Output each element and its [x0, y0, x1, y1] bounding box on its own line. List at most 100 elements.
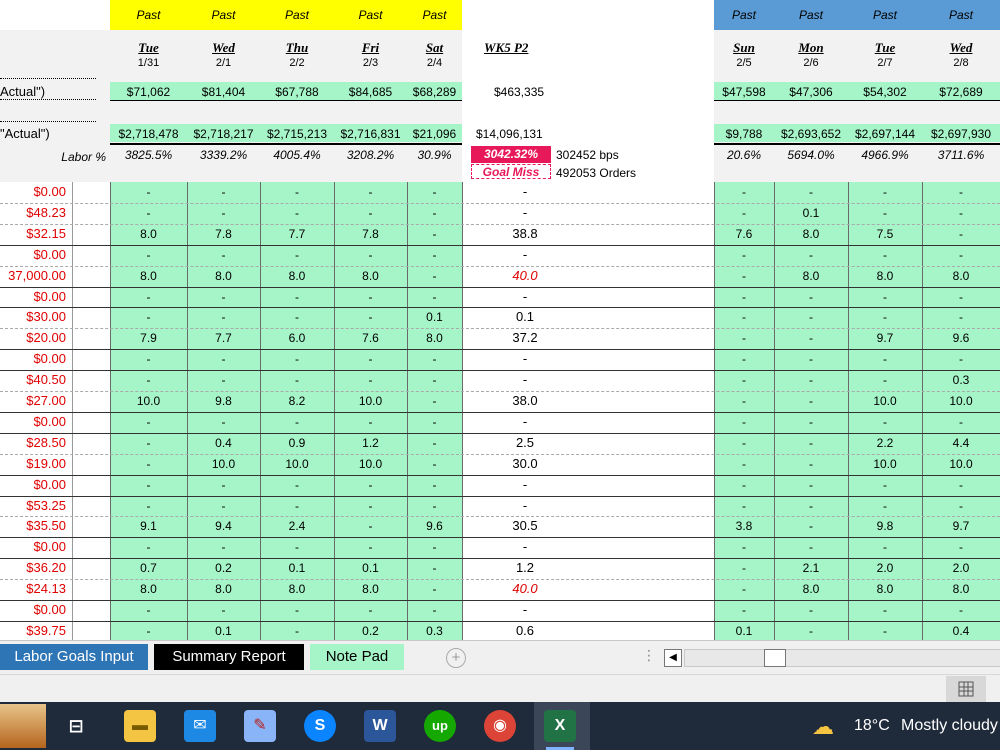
scroll-left-icon[interactable]: ◀ — [664, 649, 682, 667]
hours-cell[interactable]: - — [407, 391, 462, 411]
hours-cell[interactable]: - — [334, 537, 407, 557]
week-total-hours[interactable]: 30.5 — [462, 516, 588, 536]
hours-cell[interactable]: - — [110, 203, 187, 223]
skype-icon[interactable]: S — [304, 710, 336, 742]
hours-cell[interactable]: 2.2 — [848, 433, 922, 453]
hours-cell[interactable]: - — [922, 600, 1000, 620]
hours-cell[interactable]: - — [922, 412, 1000, 432]
hours-cell[interactable]: 3.8 — [714, 516, 774, 536]
tab-summary-report[interactable]: Summary Report — [154, 644, 304, 670]
mail-icon[interactable]: ✉ — [184, 710, 216, 742]
hours-cell[interactable]: 8.0 — [407, 328, 462, 348]
hours-cell[interactable]: - — [334, 516, 407, 536]
hours-cell[interactable]: - — [848, 245, 922, 265]
hours-cell[interactable]: - — [848, 412, 922, 432]
hours-cell[interactable]: - — [848, 600, 922, 620]
hours-cell[interactable]: - — [187, 537, 260, 557]
hours-cell[interactable]: - — [407, 287, 462, 307]
hours-cell[interactable]: - — [714, 266, 774, 286]
hours-cell[interactable]: - — [260, 370, 334, 390]
hours-cell[interactable]: - — [187, 412, 260, 432]
hours-cell[interactable]: - — [260, 412, 334, 432]
week-total-hours[interactable]: - — [462, 287, 588, 307]
word-icon[interactable]: W — [364, 710, 396, 742]
hours-cell[interactable]: - — [407, 433, 462, 453]
week-total-hours[interactable]: 38.8 — [462, 224, 588, 244]
hours-cell[interactable]: - — [774, 621, 848, 640]
hours-cell[interactable]: - — [260, 600, 334, 620]
hours-cell[interactable]: - — [407, 370, 462, 390]
hours-cell[interactable]: 8.0 — [848, 266, 922, 286]
excel-icon[interactable]: X — [544, 710, 576, 742]
tab-note-pad[interactable]: Note Pad — [310, 644, 404, 670]
hours-cell[interactable]: 0.1 — [187, 621, 260, 640]
hours-cell[interactable]: 10.0 — [187, 454, 260, 474]
hours-cell[interactable]: 9.6 — [922, 328, 1000, 348]
hours-cell[interactable]: - — [774, 496, 848, 516]
hours-cell[interactable]: - — [260, 245, 334, 265]
hours-cell[interactable]: 0.3 — [407, 621, 462, 640]
file-explorer-icon[interactable]: ▬ — [124, 710, 156, 742]
hours-cell[interactable]: 7.7 — [260, 224, 334, 244]
hours-cell[interactable]: 10.0 — [334, 454, 407, 474]
hours-cell[interactable]: - — [407, 454, 462, 474]
hours-cell[interactable]: 8.0 — [110, 224, 187, 244]
hours-cell[interactable]: 7.5 — [848, 224, 922, 244]
hours-cell[interactable]: 4.4 — [922, 433, 1000, 453]
hours-cell[interactable]: 8.0 — [187, 579, 260, 599]
hours-cell[interactable]: - — [260, 307, 334, 327]
hours-cell[interactable]: - — [187, 370, 260, 390]
hours-cell[interactable]: - — [922, 475, 1000, 495]
hours-cell[interactable]: - — [260, 203, 334, 223]
hours-cell[interactable]: - — [774, 349, 848, 369]
week-total-hours[interactable]: - — [462, 370, 588, 390]
hours-cell[interactable]: - — [334, 307, 407, 327]
week-total-hours[interactable]: 2.5 — [462, 433, 588, 453]
hours-cell[interactable]: - — [187, 600, 260, 620]
hours-cell[interactable]: 8.0 — [187, 266, 260, 286]
hours-cell[interactable]: - — [334, 496, 407, 516]
hours-cell[interactable]: 10.0 — [260, 454, 334, 474]
hours-cell[interactable]: - — [774, 287, 848, 307]
hours-cell[interactable]: - — [848, 182, 922, 202]
week-total-hours[interactable]: 40.0 — [462, 266, 588, 286]
hours-cell[interactable]: 7.6 — [714, 224, 774, 244]
hours-cell[interactable]: - — [714, 433, 774, 453]
hours-cell[interactable]: - — [110, 287, 187, 307]
hours-cell[interactable]: - — [187, 496, 260, 516]
hours-cell[interactable]: 10.0 — [922, 454, 1000, 474]
hours-cell[interactable]: - — [774, 307, 848, 327]
week-total-hours[interactable]: 0.6 — [462, 621, 588, 640]
week-total-hours[interactable]: 1.2 — [462, 558, 588, 578]
hours-cell[interactable]: - — [922, 307, 1000, 327]
hours-cell[interactable]: 8.0 — [110, 266, 187, 286]
task-view-icon[interactable]: ⊟ — [60, 710, 92, 742]
upwork-icon[interactable]: up — [424, 710, 456, 742]
hours-cell[interactable]: - — [334, 349, 407, 369]
hours-cell[interactable]: 0.9 — [260, 433, 334, 453]
desktop-thumbnail-icon[interactable] — [0, 704, 46, 748]
hours-cell[interactable]: 9.8 — [848, 516, 922, 536]
hours-cell[interactable]: - — [187, 287, 260, 307]
hours-cell[interactable]: - — [848, 496, 922, 516]
hours-cell[interactable]: 10.0 — [110, 391, 187, 411]
week-total-hours[interactable]: 30.0 — [462, 454, 588, 474]
add-sheet-icon[interactable]: + — [446, 648, 466, 668]
hours-cell[interactable]: - — [407, 245, 462, 265]
hours-cell[interactable]: - — [110, 433, 187, 453]
hours-cell[interactable]: - — [922, 224, 1000, 244]
tab-split-handle-icon[interactable]: ⋮ — [642, 647, 656, 664]
hours-cell[interactable]: - — [110, 537, 187, 557]
hours-cell[interactable]: - — [110, 475, 187, 495]
hours-cell[interactable]: 0.1 — [407, 307, 462, 327]
hours-cell[interactable]: 8.2 — [260, 391, 334, 411]
hours-cell[interactable]: - — [334, 287, 407, 307]
hours-cell[interactable]: 10.0 — [848, 454, 922, 474]
week-total-hours[interactable]: 38.0 — [462, 391, 588, 411]
hours-cell[interactable]: 7.6 — [334, 328, 407, 348]
hours-cell[interactable]: - — [334, 203, 407, 223]
hours-cell[interactable]: - — [714, 328, 774, 348]
tab-labor-goals-input[interactable]: Labor Goals Input — [0, 644, 148, 670]
hours-cell[interactable]: - — [110, 307, 187, 327]
hours-cell[interactable]: 10.0 — [848, 391, 922, 411]
